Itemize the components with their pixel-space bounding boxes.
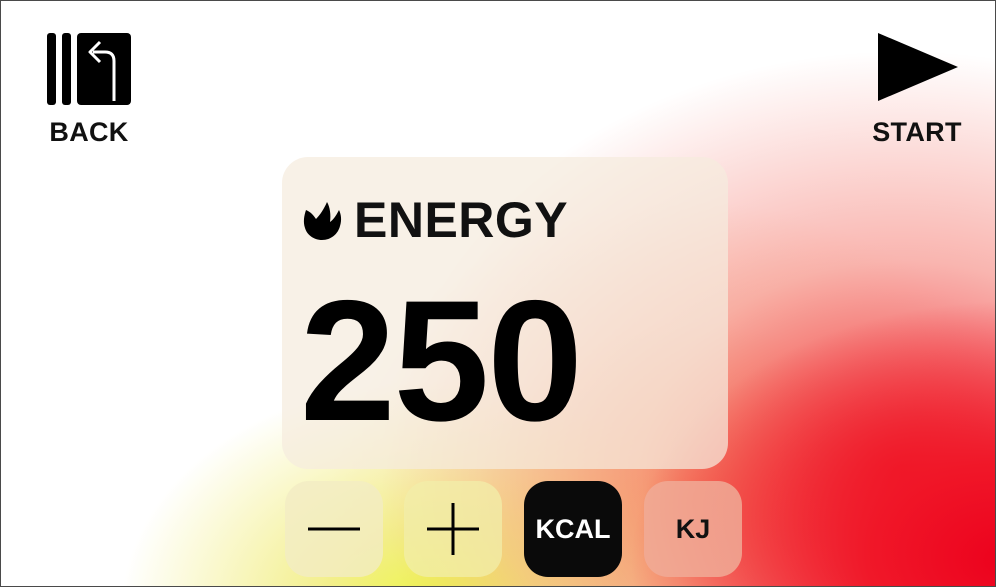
- back-label: BACK: [49, 117, 129, 147]
- panel-header: ENERGY: [300, 191, 568, 249]
- plus-icon: [427, 503, 479, 555]
- play-icon: [878, 33, 958, 101]
- unit-kj-label: KJ: [675, 513, 711, 544]
- start-label: START: [872, 117, 962, 147]
- decrease-button[interactable]: [285, 481, 383, 577]
- energy-value: 250: [300, 265, 583, 457]
- flame-icon: [303, 202, 342, 240]
- energy-panel: ENERGY 250: [282, 157, 728, 469]
- unit-kcal-label: KCAL: [535, 513, 611, 544]
- unit-kcal-button[interactable]: KCAL: [524, 481, 622, 577]
- unit-kj-button[interactable]: KJ: [644, 481, 742, 577]
- panel-title: ENERGY: [354, 192, 569, 248]
- minus-icon: [308, 527, 360, 531]
- back-button[interactable]: BACK: [39, 31, 139, 148]
- screen: BACK START ENERGY 250 KCAL KJ: [0, 0, 996, 587]
- start-button[interactable]: START: [861, 31, 973, 148]
- back-icon: [47, 33, 131, 105]
- increase-button[interactable]: [404, 481, 502, 577]
